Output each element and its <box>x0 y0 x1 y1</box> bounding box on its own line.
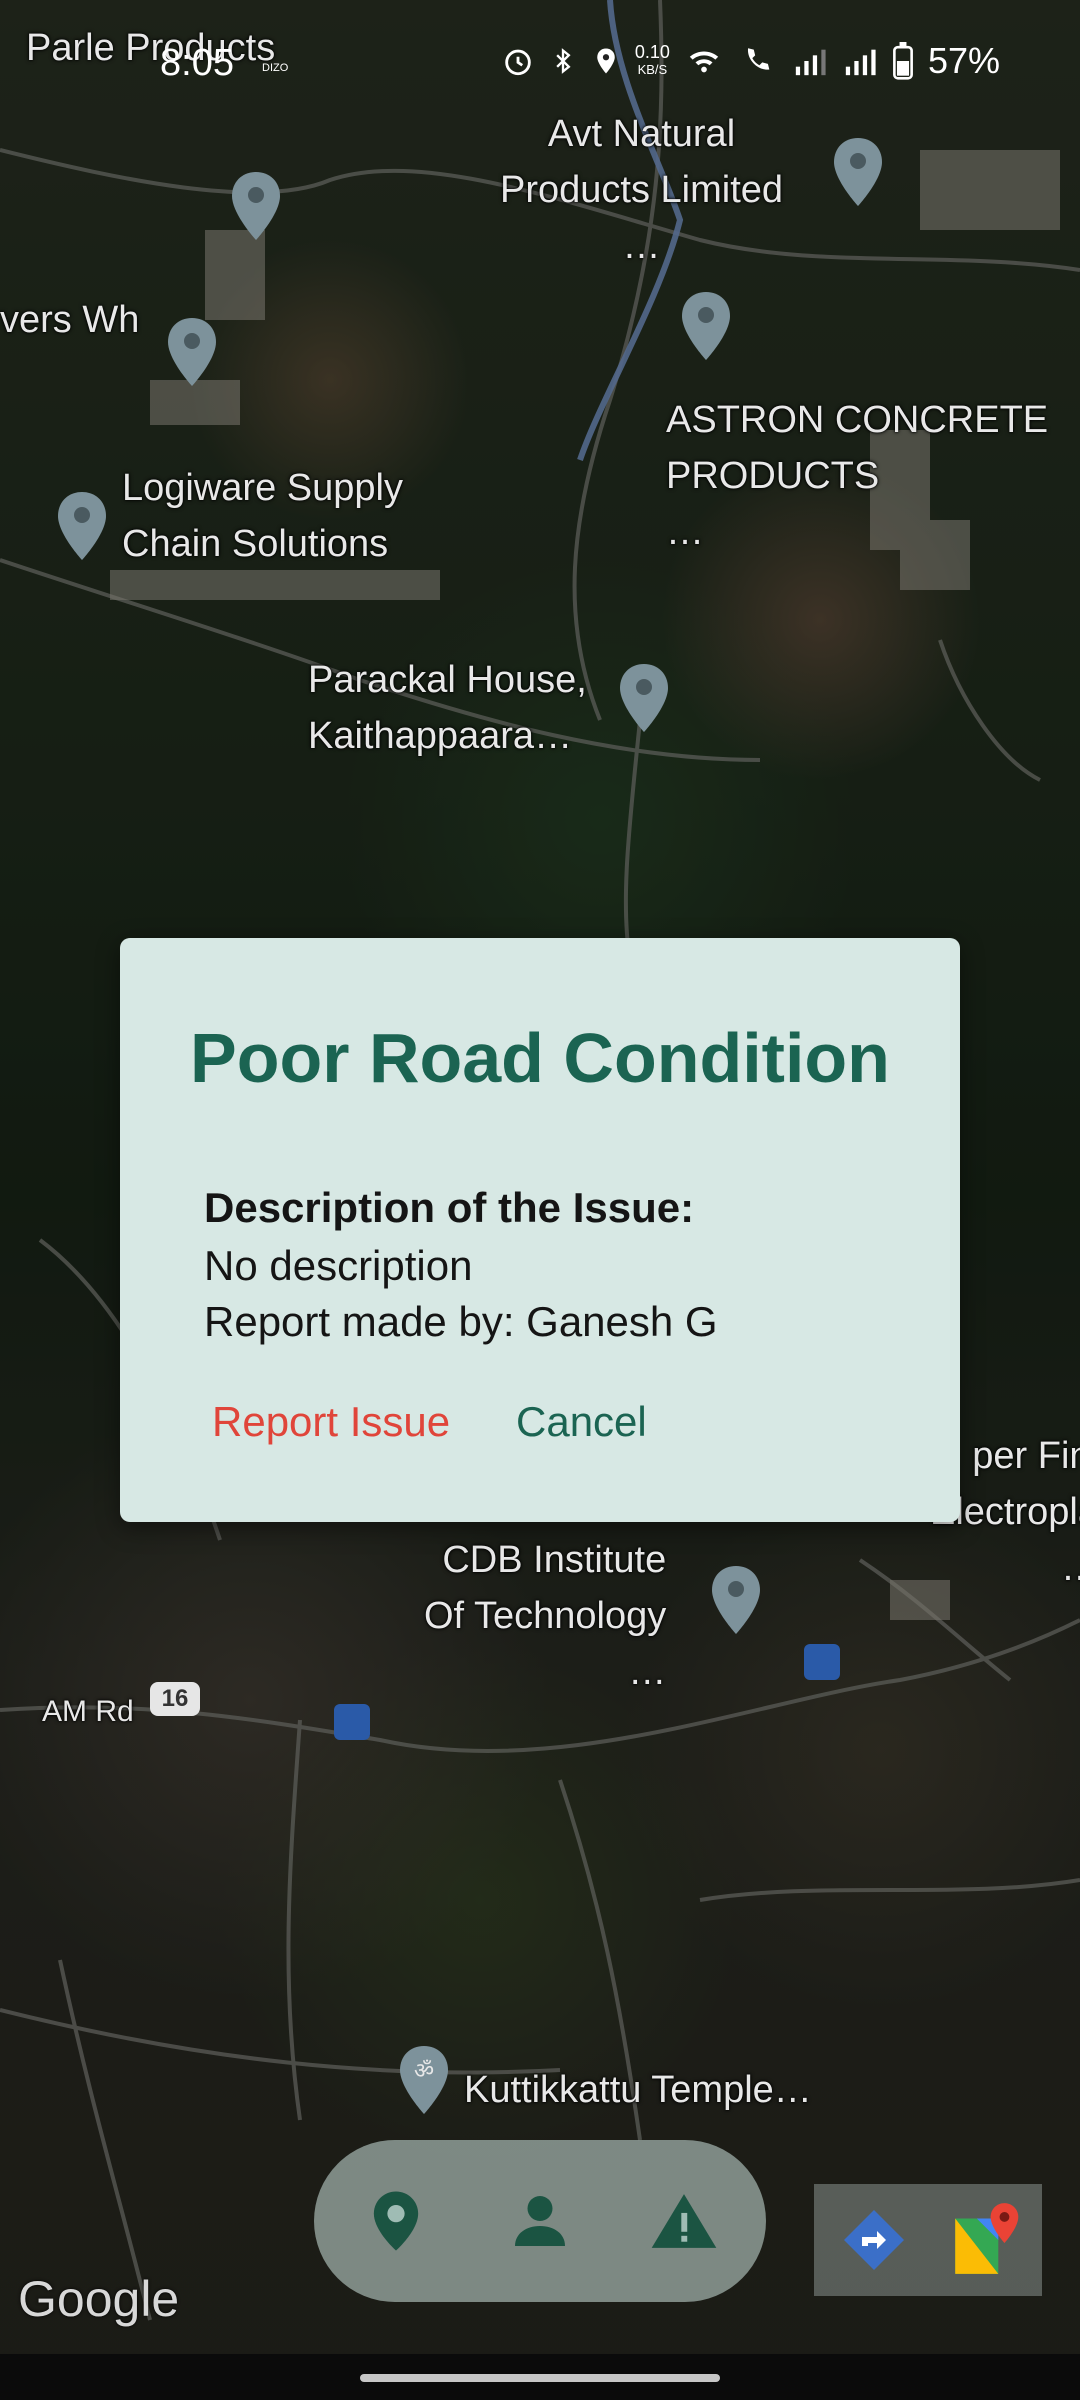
directions-icon <box>844 2210 904 2270</box>
location-icon <box>597 48 615 74</box>
signal-icon <box>795 49 826 76</box>
home-gesture-handle[interactable] <box>360 2374 720 2382</box>
status-brand: DIZO <box>262 62 289 74</box>
place-label-warehouse[interactable]: vers Wh <box>0 292 139 348</box>
reporter-text: Report made by: Ganesh G <box>204 1298 718 1345</box>
place-label-parackal[interactable]: Parackal House, Kaithappaara… <box>308 652 587 764</box>
location-pin-icon <box>373 2191 419 2251</box>
google-attribution: Google <box>18 2271 180 2327</box>
bus-stop-icon[interactable] <box>334 1704 370 1740</box>
status-bar: 8:05 DIZO 0.10 KB/S 57% <box>0 0 1080 140</box>
open-in-maps-button[interactable] <box>948 2200 1024 2280</box>
map-pin-icon[interactable] <box>678 290 734 364</box>
svg-text:ॐ: ॐ <box>414 2059 434 2084</box>
map-pin-icon[interactable] <box>616 662 672 736</box>
bus-stop-icon[interactable] <box>804 1644 840 1680</box>
nav-report-button[interactable] <box>648 2185 720 2257</box>
map-pin-icon[interactable] <box>830 136 886 210</box>
wifi-icon <box>689 51 719 73</box>
report-issue-button[interactable]: Report Issue <box>212 1398 450 1446</box>
description-heading: Description of the Issue: <box>204 1184 695 1231</box>
map-pin-icon[interactable] <box>708 1564 764 1638</box>
road-label-am-rd: AM Rd <box>42 1695 134 1728</box>
place-label-logiware[interactable]: Logiware Supply Chain Solutions <box>122 460 403 572</box>
temple-pin-icon[interactable]: ॐ <box>396 2044 452 2118</box>
map-pin-icon[interactable] <box>54 490 110 564</box>
map-pin-icon[interactable] <box>164 316 220 390</box>
wifi-call-icon <box>747 48 770 70</box>
cancel-button[interactable]: Cancel <box>516 1398 647 1446</box>
status-icons: 0.10 KB/S 57% <box>501 40 1000 82</box>
place-label-astron[interactable]: ASTRON CONCRETE PRODUCTS … <box>666 392 1048 560</box>
warning-icon <box>651 2194 717 2248</box>
bottom-nav <box>314 2140 766 2302</box>
battery-percent: 57% <box>927 40 1000 81</box>
place-label-cdb[interactable]: CDB Institute Of Technology … <box>424 1532 666 1700</box>
battery-icon <box>893 42 913 80</box>
description-text: No description <box>204 1242 473 1289</box>
nav-map-button[interactable] <box>360 2185 432 2257</box>
alarm-icon <box>505 49 531 76</box>
dialog-title: Poor Road Condition <box>190 1019 890 1097</box>
signal-icon <box>845 49 876 76</box>
place-label-temple[interactable]: Kuttikkattu Temple… <box>464 2062 812 2118</box>
map-pin-icon[interactable] <box>228 170 284 244</box>
bluetooth-icon <box>556 48 571 74</box>
status-time: 8:05 <box>160 42 234 84</box>
nav-profile-button[interactable] <box>504 2185 576 2257</box>
person-icon <box>515 2196 565 2246</box>
directions-button[interactable] <box>838 2204 910 2276</box>
report-dialog: Poor Road Condition Description of the I… <box>120 938 960 1522</box>
road-shield: 16 <box>150 1682 200 1716</box>
google-maps-icon <box>955 2203 1019 2274</box>
map-toolbar <box>814 2184 1042 2296</box>
net-speed: 0.10 KB/S <box>634 42 670 77</box>
